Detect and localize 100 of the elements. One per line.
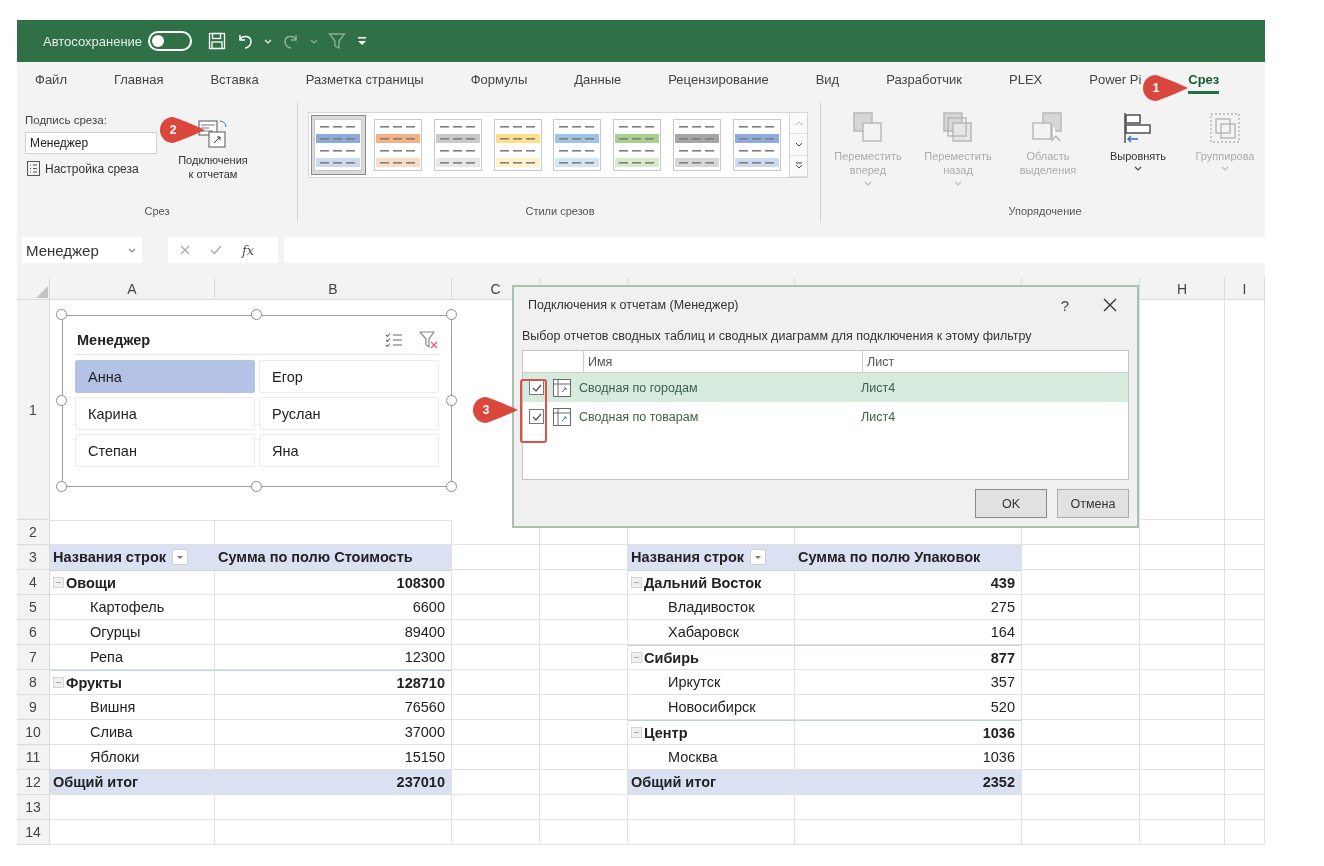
grid-cell[interactable]: Хабаровск — [628, 620, 795, 645]
scroll-down-button[interactable] — [790, 134, 807, 156]
cancel-icon[interactable] — [180, 245, 190, 255]
grid-cell[interactable]: 12300 — [215, 645, 452, 670]
report-row[interactable]: Сводная по товарам Лист4 — [523, 402, 1128, 431]
grid-cell[interactable] — [452, 545, 540, 570]
grid-cell[interactable]: 76560 — [215, 695, 452, 720]
grid-cell[interactable] — [1022, 795, 1140, 820]
grid-cell[interactable]: Овощи — [50, 570, 215, 595]
slicer-style-swatch[interactable] — [311, 115, 366, 175]
cancel-button[interactable]: Отмена — [1057, 489, 1129, 518]
corner-cell[interactable] — [17, 278, 50, 300]
ribbon-tab[interactable]: Срез — [1188, 72, 1220, 94]
grid-cell[interactable] — [1140, 820, 1225, 845]
scroll-up-button[interactable] — [790, 113, 807, 135]
grid-cell[interactable] — [452, 720, 540, 745]
grid-cell[interactable] — [1022, 720, 1140, 745]
row-header[interactable]: 3 — [17, 545, 50, 570]
grid-cell[interactable]: 108300 — [215, 570, 452, 595]
name-box[interactable]: Менеджер — [22, 237, 142, 263]
enter-icon[interactable] — [210, 245, 222, 255]
grid-cell[interactable] — [1140, 770, 1225, 795]
slicer-item[interactable]: Карина — [75, 397, 255, 430]
filter-dropdown-icon[interactable] — [750, 549, 766, 565]
grid-cell[interactable] — [452, 570, 540, 595]
undo-menu-icon[interactable] — [264, 38, 273, 44]
grid-cell[interactable] — [452, 620, 540, 645]
ribbon-tab[interactable]: Рецензирование — [668, 72, 769, 94]
row-header[interactable]: 10 — [17, 720, 50, 745]
resize-handle[interactable] — [56, 309, 67, 320]
grid-cell[interactable] — [50, 520, 215, 545]
grid-cell[interactable] — [452, 695, 540, 720]
grid-cell[interactable] — [452, 645, 540, 670]
ok-button[interactable]: OK — [975, 489, 1047, 518]
ribbon-tab[interactable]: Разметка страницы — [305, 72, 424, 94]
dropdown-caret-icon[interactable] — [1134, 166, 1142, 172]
filter-icon[interactable] — [328, 32, 347, 50]
slicer-settings-button[interactable]: Настройка среза — [25, 160, 165, 177]
multi-select-icon[interactable] — [385, 332, 403, 348]
column-header[interactable]: I — [1225, 278, 1265, 300]
grid-cell[interactable] — [1022, 745, 1140, 770]
insert-function-button[interactable]: fx — [242, 242, 255, 258]
ribbon-tab[interactable]: PLEX — [1009, 72, 1043, 94]
grid-cell[interactable]: 357 — [795, 670, 1022, 695]
collapse-icon[interactable] — [631, 652, 642, 663]
checkbox[interactable] — [529, 409, 544, 424]
grid-cell[interactable]: Картофель — [50, 595, 215, 620]
grid-cell[interactable]: 1036 — [795, 720, 1022, 745]
grid-cell[interactable] — [1140, 720, 1225, 745]
grid-cell[interactable] — [1022, 820, 1140, 845]
ribbon-tab[interactable]: Файл — [35, 72, 67, 94]
slicer-item[interactable]: Степан — [75, 434, 255, 467]
customize-icon[interactable] — [356, 36, 369, 46]
grid-cell[interactable] — [628, 795, 795, 820]
ribbon-tab[interactable]: Power Pi — [1089, 72, 1142, 94]
grid-cell[interactable] — [540, 620, 628, 645]
grid-cell[interactable] — [1022, 545, 1140, 570]
grid-cell[interactable] — [1022, 670, 1140, 695]
grid-cell[interactable]: 37000 — [215, 720, 452, 745]
row-header[interactable]: 9 — [17, 695, 50, 720]
ribbon-tab[interactable]: Вставка — [210, 72, 259, 94]
undo-icon[interactable] — [236, 32, 255, 50]
grid-cell[interactable]: 877 — [795, 645, 1022, 670]
grid-cell[interactable] — [1022, 570, 1140, 595]
grid-cell[interactable] — [628, 820, 795, 845]
collapse-icon[interactable] — [631, 577, 642, 588]
grid-cell[interactable] — [1140, 670, 1225, 695]
grid-cell[interactable] — [1140, 745, 1225, 770]
row-header[interactable]: 14 — [17, 820, 50, 845]
grid-cell[interactable] — [1140, 520, 1225, 545]
grid-cell[interactable] — [215, 795, 452, 820]
grid-cell[interactable]: Владивосток — [628, 595, 795, 620]
grid-cell[interactable] — [215, 520, 452, 545]
autosave-toggle[interactable] — [148, 31, 193, 51]
grid-cell[interactable] — [1225, 645, 1265, 670]
row-header[interactable]: 4 — [17, 570, 50, 595]
row-header[interactable]: 6 — [17, 620, 50, 645]
grid-cell[interactable] — [540, 595, 628, 620]
grid-cell[interactable]: Вишня — [50, 695, 215, 720]
slicer-item[interactable]: Яна — [259, 434, 439, 467]
grid-cell[interactable]: Слива — [50, 720, 215, 745]
grid-cell[interactable] — [452, 670, 540, 695]
grid-cell[interactable]: 439 — [795, 570, 1022, 595]
grid-cell[interactable] — [540, 720, 628, 745]
grid-cell[interactable] — [540, 670, 628, 695]
grid-cell[interactable] — [1225, 570, 1265, 595]
grid-cell[interactable] — [452, 820, 540, 845]
resize-handle[interactable] — [251, 309, 262, 320]
grid-cell[interactable]: 164 — [795, 620, 1022, 645]
resize-handle[interactable] — [446, 395, 457, 406]
grid-cell[interactable] — [540, 795, 628, 820]
grid-cell[interactable]: Центр — [628, 720, 795, 745]
grid-cell[interactable] — [1022, 645, 1140, 670]
row-header[interactable]: 13 — [17, 795, 50, 820]
grid-cell[interactable] — [795, 795, 1022, 820]
grid-cell[interactable] — [1022, 595, 1140, 620]
row-header[interactable]: 8 — [17, 670, 50, 695]
slicer-item[interactable]: Анна — [75, 360, 255, 393]
grid-cell[interactable] — [50, 820, 215, 845]
grid-cell[interactable] — [1140, 645, 1225, 670]
